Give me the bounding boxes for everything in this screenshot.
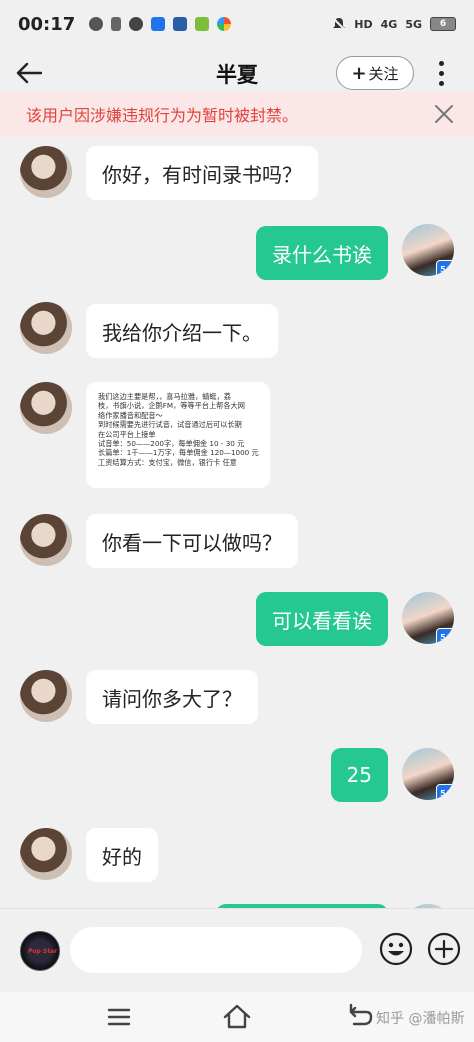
app-notification-icon-2: [173, 17, 188, 31]
battery-icon: 6: [430, 17, 456, 31]
message-bubble-sent[interactable]: 可以看看诶: [256, 592, 388, 646]
message-bubble-received[interactable]: 你好，有时间录书吗？: [86, 146, 318, 200]
image-message[interactable]: 我们这边主要是帮，，喜马拉雅，蜻蜓，荔 枝，书旗小说，企鹅FM，等等平台上帮各大…: [86, 382, 270, 488]
chat-message-list[interactable]: 你好，有时间录书吗？ 录什么书诶 5A 我给你介绍一下。 我们这边主要是帮，，喜…: [0, 136, 474, 908]
my-avatar[interactable]: 5A: [402, 224, 454, 276]
user-avatar-text: Pop Star: [28, 948, 58, 955]
mute-icon: [332, 17, 346, 31]
back-button[interactable]: [14, 58, 44, 88]
5g-indicator: 5G: [405, 17, 422, 31]
follow-label: 关注: [368, 64, 399, 83]
image-text-line: 我们这边主要是帮，，喜马拉雅，蜻蜓，荔: [98, 392, 231, 401]
verified-badge-icon: 5A: [436, 260, 454, 276]
image-text-line: 在公司平台上接单: [98, 429, 156, 439]
more-options-button[interactable]: [430, 56, 452, 90]
message-bubble-received[interactable]: 我给你介绍一下。: [86, 304, 278, 358]
app-notification-icon: [89, 17, 104, 31]
app-notification-icon-3: [195, 17, 210, 31]
more-dot-icon: [438, 60, 444, 66]
chat-header: 半夏 + 关注: [0, 48, 474, 98]
contact-avatar[interactable]: [20, 828, 72, 880]
image-text-line: 络作家播音和配音～: [98, 410, 163, 420]
hourglass-icon: [111, 17, 122, 31]
contact-avatar[interactable]: [20, 514, 72, 566]
my-avatar[interactable]: 5A: [402, 748, 454, 800]
image-text-line: 工资结算方式：支付宝，微信，银行卡 任意: [98, 457, 237, 467]
chat-notification-icon: [129, 17, 144, 31]
app-notification-icon-4: [217, 17, 232, 31]
ban-notice: 该用户因涉嫌违规行为为暂时被封禁。: [0, 92, 474, 136]
status-notification-icons: [89, 17, 232, 31]
user-avatar[interactable]: Pop Star: [20, 931, 60, 971]
return-icon[interactable]: [346, 1002, 374, 1028]
message-input-bar: Pop Star: [0, 908, 474, 992]
contact-avatar[interactable]: [20, 302, 72, 354]
status-system-icons: HD 4G 5G 6: [332, 17, 456, 31]
ban-notice-text: 该用户因涉嫌违规行为为暂时被封禁。: [26, 106, 299, 125]
hd-indicator: HD: [354, 17, 373, 31]
close-icon[interactable]: [432, 102, 456, 126]
image-text-line: 试音单：50——200字，每单佣金 10 - 30 元: [98, 439, 245, 449]
message-bubble-received[interactable]: 你看一下可以做吗？: [86, 514, 298, 568]
my-avatar[interactable]: 5A: [402, 592, 454, 644]
image-text-line: 到时候需要先进行试音，试音通过后可以长期: [98, 420, 242, 430]
more-dot-icon: [438, 80, 444, 86]
message-bubble-sent[interactable]: 录什么书诶: [256, 226, 388, 280]
contact-avatar[interactable]: [20, 382, 72, 434]
contact-avatar[interactable]: [20, 146, 72, 198]
4g-indicator: 4G: [380, 17, 398, 31]
more-dot-icon: [438, 70, 444, 76]
arrow-left-icon: [16, 62, 42, 84]
verified-badge-icon: 5A: [436, 784, 454, 800]
follow-button[interactable]: + 关注: [336, 56, 414, 90]
image-text-line: 长篇单：1千——1万字，每单佣金 120—1000 元: [98, 448, 259, 458]
plus-icon: +: [351, 62, 367, 84]
image-text-line: 枝，书旗小说，企鹅FM，等等平台上帮各大网: [98, 401, 245, 411]
status-bar: 00:17 HD 4G 5G 6: [0, 0, 474, 48]
battery-level: 6: [439, 19, 447, 29]
menu-icon[interactable]: [106, 1006, 132, 1028]
contact-avatar[interactable]: [20, 670, 72, 722]
plus-icon[interactable]: [426, 931, 462, 967]
zhihu-notification-icon: [151, 17, 166, 31]
message-bubble-sent[interactable]: 25: [330, 748, 388, 802]
message-bubble-received[interactable]: 好的: [86, 828, 158, 882]
system-nav-bar: 知乎 @潘帕斯: [0, 992, 474, 1042]
message-bubble-received[interactable]: 请问你多大了？: [86, 670, 258, 724]
emoji-icon[interactable]: [378, 931, 414, 967]
home-icon[interactable]: [222, 1002, 252, 1030]
verified-badge-icon: 5A: [436, 628, 454, 644]
watermark: 知乎 @潘帕斯: [376, 1011, 465, 1027]
message-input[interactable]: [70, 927, 362, 973]
status-time: 00:17: [18, 13, 76, 35]
